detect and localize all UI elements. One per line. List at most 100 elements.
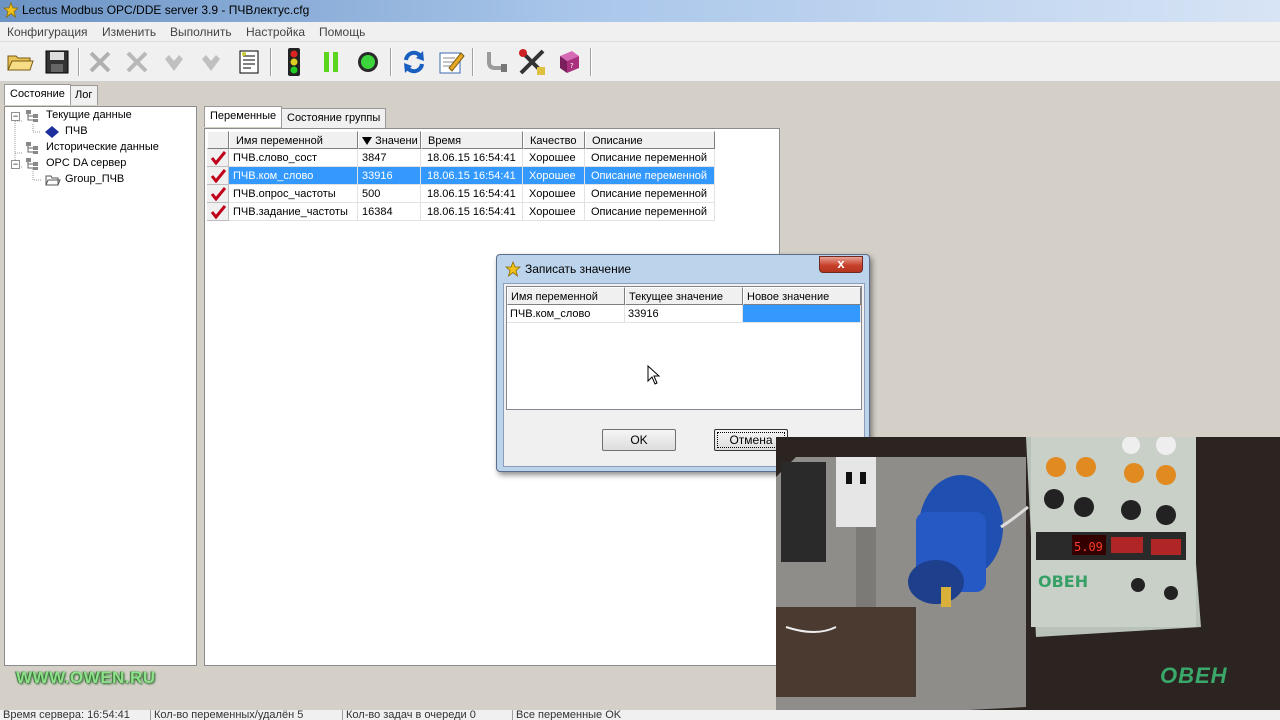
dialog-star-icon [505, 261, 521, 277]
dialog-header-name: Имя переменной [507, 287, 625, 305]
toolbar-separator [270, 48, 272, 76]
check-icon[interactable] [207, 167, 229, 185]
refresh-icon[interactable] [398, 46, 430, 78]
cell-time: 18.06.15 16:54:41 [421, 149, 523, 167]
delete-all-icon[interactable] [121, 46, 153, 78]
cell-quality: Хорошее [523, 203, 585, 221]
folder-tree-icon [26, 110, 38, 122]
svg-text:5.09: 5.09 [1074, 540, 1103, 554]
new-value-input[interactable] [743, 305, 861, 323]
tab-variables[interactable]: Переменные [204, 106, 283, 127]
edit-icon[interactable] [435, 46, 467, 78]
menu-run[interactable]: Выполнить [170, 25, 232, 39]
toolbar-separator [590, 48, 592, 76]
menu-edit[interactable]: Изменить [102, 25, 156, 39]
cell-time: 18.06.15 16:54:41 [421, 167, 523, 185]
report-icon[interactable] [233, 46, 265, 78]
cell-value: 16384 [358, 203, 421, 221]
toolbar: ? [0, 42, 1280, 82]
cell-name: ПЧВ.ком_слово [229, 167, 358, 185]
help-book-icon[interactable]: ? [553, 46, 585, 78]
cell-time: 18.06.15 16:54:41 [421, 203, 523, 221]
dialog-header-new: Новое значение [743, 287, 861, 305]
tree-item-current-data[interactable]: Текущие данные [46, 109, 132, 121]
header-description[interactable]: Описание [585, 131, 715, 149]
dialog-title: Записать значение [525, 262, 632, 276]
collapse-toggle[interactable]: − [11, 160, 20, 169]
open-folder-icon[interactable] [4, 46, 36, 78]
svg-text:?: ? [570, 62, 574, 70]
cell-value: 3847 [358, 149, 421, 167]
delete-icon[interactable] [84, 46, 116, 78]
cell-name: ПЧВ.опрос_частоты [229, 185, 358, 203]
menu-help[interactable]: Помощь [319, 25, 365, 39]
owen-logo: OBEH [1160, 663, 1228, 688]
status-variables-ok: Все переменные OK [512, 710, 774, 720]
cell-name: ПЧВ.задание_частоты [229, 203, 358, 221]
tab-log[interactable]: Лог [69, 85, 99, 105]
check-icon[interactable] [207, 149, 229, 167]
menu-settings[interactable]: Настройка [246, 25, 305, 39]
ok-button[interactable]: OK [602, 429, 676, 451]
toolbar-separator [390, 48, 392, 76]
cell-quality: Хорошее [523, 167, 585, 185]
tab-state[interactable]: Состояние [4, 84, 71, 105]
sort-down-icon [362, 137, 372, 145]
status-queue-count: Кол-во задач в очереди 0 [342, 710, 510, 720]
status-server-time: Время сервера: 16:54:41 [3, 710, 130, 720]
dialog-grid: Имя переменной Текущее значение Новое зн… [506, 286, 862, 410]
cell-description: Описание переменной [585, 167, 715, 185]
check-icon[interactable] [207, 203, 229, 221]
check-icon[interactable] [207, 185, 229, 203]
cell-quality: Хорошее [523, 149, 585, 167]
traffic-light-icon[interactable] [278, 46, 310, 78]
add-node-icon[interactable] [158, 46, 190, 78]
tree-panel: − Текущие данные ПЧВ Исторические данные… [4, 106, 197, 666]
cell-name: ПЧВ.слово_сост [229, 149, 358, 167]
video-brand-label: ОВЕН [1038, 572, 1088, 591]
cell-time: 18.06.15 16:54:41 [421, 185, 523, 203]
menu-bar: Конфигурация Изменить Выполнить Настройк… [0, 22, 1280, 42]
tree-item-historical[interactable]: Исторические данные [46, 141, 159, 153]
tab-group-state[interactable]: Состояние группы [281, 108, 387, 128]
toolbar-separator [78, 48, 80, 76]
header-quality[interactable]: Качество [523, 131, 585, 149]
open-folder-icon [45, 175, 61, 186]
tools-icon[interactable] [516, 46, 548, 78]
website-watermark: WWW.OWEN.RU [16, 668, 156, 687]
cell-description: Описание переменной [585, 203, 715, 221]
cell-quality: Хорошее [523, 185, 585, 203]
status-bar: Время сервера: 16:54:41 Кол-во переменны… [0, 710, 1280, 720]
dialog-cell-name: ПЧВ.ком_слово [507, 305, 625, 323]
cell-description: Описание переменной [585, 149, 715, 167]
dialog-header-current: Текущее значение [625, 287, 743, 305]
cell-value: 500 [358, 185, 421, 203]
header-value[interactable]: Значени [358, 131, 421, 149]
add-item-icon[interactable] [195, 46, 227, 78]
app-star-icon [3, 2, 19, 18]
tree-item-opc-server[interactable]: OPC DA сервер [46, 157, 126, 169]
window-title: Lectus Modbus OPC/DDE server 3.9 - ПЧВле… [22, 3, 310, 17]
header-time[interactable]: Время [421, 131, 523, 149]
run-icon[interactable] [352, 46, 384, 78]
header-check [207, 131, 229, 149]
cell-description: Описание переменной [585, 185, 715, 203]
folder-tree-icon [26, 142, 38, 154]
connect-icon[interactable] [479, 46, 511, 78]
tree-item-pchv[interactable]: ПЧВ [65, 125, 88, 137]
status-variable-count: Кол-во переменных/удалён 5 [150, 710, 340, 720]
pause-icon[interactable] [315, 46, 347, 78]
header-name[interactable]: Имя переменной [229, 131, 358, 149]
collapse-toggle[interactable]: − [11, 112, 20, 121]
save-icon[interactable] [41, 46, 73, 78]
tree-item-group[interactable]: Group_ПЧВ [65, 173, 124, 185]
dialog-cell-current: 33916 [625, 305, 743, 323]
toolbar-separator [472, 48, 474, 76]
close-button[interactable]: x [819, 256, 863, 273]
mouse-cursor-icon [647, 365, 661, 385]
menu-configuration[interactable]: Конфигурация [7, 25, 88, 39]
device-diamond-icon [45, 126, 59, 138]
title-bar: Lectus Modbus OPC/DDE server 3.9 - ПЧВле… [0, 0, 1280, 22]
video-overlay: 5.09 ОВЕН OBEH [776, 437, 1280, 720]
cell-value: 33916 [358, 167, 421, 185]
